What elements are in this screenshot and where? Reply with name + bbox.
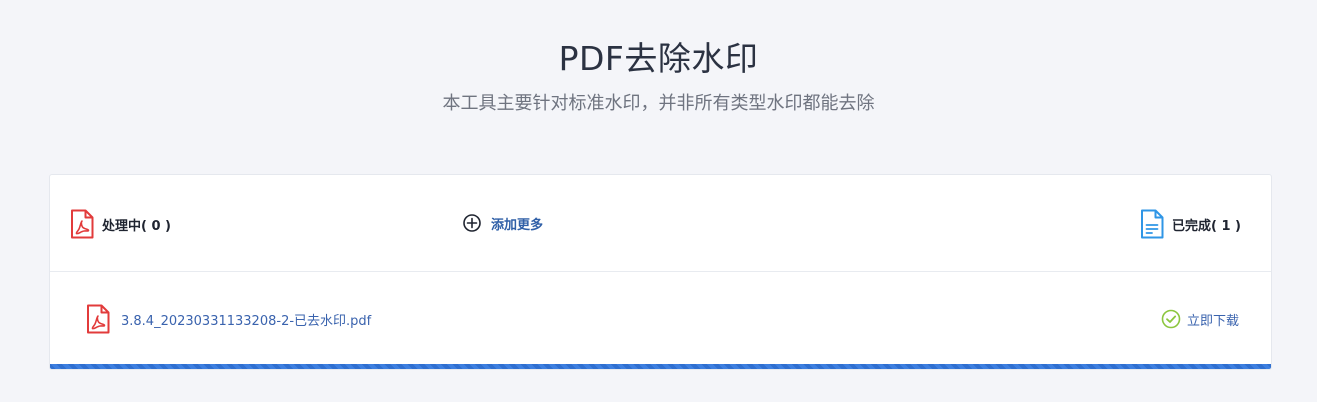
file-row: 3.8.4_20230331133208-2-已去水印.pdf 立即下载 (50, 272, 1271, 367)
pdf-file-icon (86, 304, 110, 334)
document-icon (1140, 209, 1164, 239)
plus-circle-icon (462, 213, 482, 233)
processing-tab[interactable]: 处理中( 0 ) (70, 208, 171, 240)
add-more-button[interactable]: 添加更多 (462, 211, 543, 235)
page-title: PDF去除水印 (558, 39, 759, 78)
progress-bar (50, 364, 1271, 369)
download-button[interactable]: 立即下载 (1161, 307, 1239, 331)
pdf-file-icon (70, 209, 94, 239)
download-label: 立即下载 (1186, 313, 1239, 329)
file-name-link[interactable]: 3.8.4_20230331133208-2-已去水印.pdf (121, 310, 371, 329)
check-circle-icon (1161, 309, 1181, 329)
add-more-label: 添加更多 (491, 217, 544, 233)
file-item: 3.8.4_20230331133208-2-已去水印.pdf (86, 304, 371, 334)
completed-tab[interactable]: 已完成( 1 ) (1140, 208, 1241, 240)
file-panel: 处理中( 0 ) 添加更多 已完成( 1 ) 3.8.4_20230331133… (49, 174, 1272, 370)
page-subtitle: 本工具主要针对标准水印，并非所有类型水印都能去除 (442, 93, 875, 114)
panel-header: 处理中( 0 ) 添加更多 已完成( 1 ) (50, 175, 1271, 272)
processing-label: 处理中( 0 ) (102, 218, 171, 234)
completed-label: 已完成( 1 ) (1172, 218, 1241, 234)
